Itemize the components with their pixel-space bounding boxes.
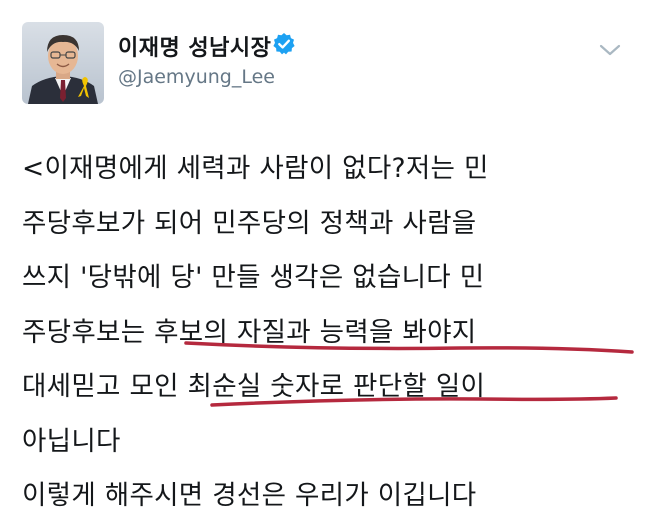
verified-badge-icon <box>273 33 295 55</box>
chevron-down-icon[interactable] <box>598 42 622 58</box>
display-name[interactable]: 이재명 성남시장 <box>118 30 271 62</box>
tweet-text-line: 주당후보가 되어 민주당의 정책과 사람을 <box>22 207 477 239</box>
tweet-text-line: 이렇게 해주시면 경선은 우리가 이깁니다 <box>22 480 477 511</box>
profile-photo <box>22 22 104 104</box>
tweet-text-line: 아닙니다 <box>22 425 121 457</box>
tweet-text-line: 주당후보는 후보의 자질과 능력을 봐야지 <box>22 316 477 348</box>
tweet-text: <이재명에게 세력과 사람이 없다?저는 민 주당후보가 되어 민주당의 정책과… <box>22 142 632 524</box>
tweet-text-line: 대세믿고 모인 최순실 숫자로 판단할 일이 <box>22 371 486 402</box>
avatar[interactable] <box>22 22 104 104</box>
tweet-text-line: <이재명에게 세력과 사람이 없다?저는 민 <box>22 153 489 184</box>
handle[interactable]: @Jaemyung_Lee <box>118 66 275 88</box>
tweet-text-line: 쓰지 '당밖에 당' 만들 생각은 없습니다 민 <box>22 262 485 293</box>
tweet-card: 이재명 성남시장 @Jaemyung_Lee <이재명에게 세력과 사람이 없다… <box>0 0 646 527</box>
